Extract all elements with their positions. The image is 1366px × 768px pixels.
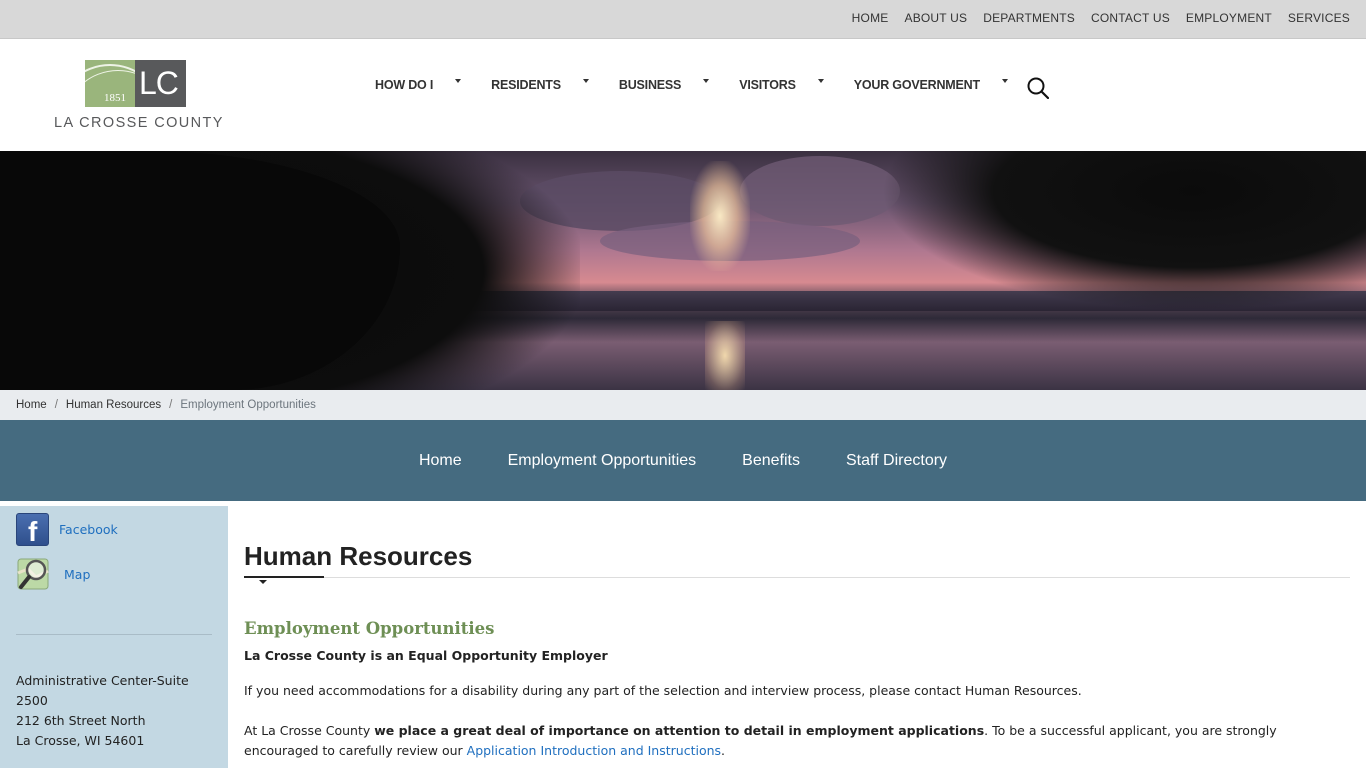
attention-paragraph: At La Crosse County we place a great dea…	[244, 721, 1344, 761]
county-logo[interactable]: 1851 LC LA CROSSE COUNTY	[54, 59, 224, 134]
breadcrumb: Home / Human Resources / Employment Oppo…	[0, 390, 1366, 420]
utility-link-home[interactable]: HOME	[844, 11, 897, 25]
department-sub-nav: Home Employment Opportunities Benefits S…	[0, 420, 1366, 501]
section-title: Employment Opportunities	[244, 619, 495, 638]
map-link[interactable]: Map	[64, 567, 90, 582]
title-caret-icon	[259, 580, 267, 584]
caret-down-icon	[703, 79, 710, 83]
attention-end: .	[721, 743, 726, 758]
breadcrumb-home[interactable]: Home	[16, 399, 47, 411]
hero-banner-image	[0, 151, 1366, 390]
breadcrumb-separator: /	[54, 399, 58, 411]
breadcrumb-separator: /	[169, 399, 173, 411]
search-icon[interactable]	[1027, 77, 1049, 99]
logo-county-name: LA CROSSE COUNTY	[54, 115, 224, 131]
sidebar: f Facebook Map Administrative Center-Sui…	[0, 506, 228, 768]
logo-initials: LC	[139, 65, 179, 101]
logo-mark: 1851 LC	[85, 60, 186, 107]
title-divider	[244, 577, 1350, 578]
address-line: Administrative Center-Suite	[16, 673, 189, 688]
nav-label: BUSINESS	[618, 78, 682, 92]
breadcrumb-human-resources[interactable]: Human Resources	[66, 399, 161, 411]
utility-link-services[interactable]: SERVICES	[1280, 11, 1358, 25]
map-magnifier-icon	[17, 558, 49, 590]
nav-label: VISITORS	[739, 78, 796, 92]
facebook-icon: f	[16, 513, 49, 547]
address-line: 212 6th Street North	[16, 713, 146, 728]
logo-green-panel: 1851	[85, 60, 135, 107]
utility-link-contact-us[interactable]: CONTACT US	[1083, 11, 1178, 25]
title-accent-bar	[244, 576, 324, 578]
utility-link-employment[interactable]: EMPLOYMENT	[1178, 11, 1280, 25]
subnav-home[interactable]: Home	[419, 452, 462, 470]
logo-year: 1851	[104, 92, 126, 104]
logo-dark-panel: LC	[135, 60, 186, 107]
subnav-staff-directory[interactable]: Staff Directory	[846, 452, 947, 470]
nav-item-visitors[interactable]: VISITORS	[739, 78, 854, 92]
facebook-link[interactable]: Facebook	[59, 522, 118, 537]
caret-down-icon	[582, 79, 589, 83]
sidebar-divider	[16, 634, 212, 635]
utility-bar: HOME ABOUT US DEPARTMENTS CONTACT US EMP…	[0, 0, 1366, 39]
application-instructions-link[interactable]: Application Introduction and Instruction…	[467, 743, 721, 758]
nav-label: RESIDENTS	[491, 78, 561, 92]
sidebar-map[interactable]: Map	[16, 555, 90, 593]
nav-item-how-do-i[interactable]: HOW DO I	[375, 78, 491, 92]
sidebar-facebook[interactable]: f Facebook	[16, 513, 118, 547]
subnav-employment-opportunities[interactable]: Employment Opportunities	[508, 452, 697, 470]
nav-label: HOW DO I	[375, 78, 434, 92]
utility-link-departments[interactable]: DEPARTMENTS	[975, 11, 1083, 25]
caret-down-icon	[455, 79, 462, 83]
breadcrumb-current: Employment Opportunities	[180, 399, 316, 411]
nav-item-business[interactable]: BUSINESS	[619, 78, 739, 92]
main-nav: HOW DO I RESIDENTS BUSINESS VISITORS YOU…	[375, 78, 1038, 92]
office-address: Administrative Center-Suite 2500 212 6th…	[16, 671, 216, 751]
caret-down-icon	[817, 79, 824, 83]
site-header: 1851 LC LA CROSSE COUNTY HOW DO I RESIDE…	[0, 40, 1366, 151]
nav-label: YOUR GOVERNMENT	[853, 78, 980, 92]
address-line: La Crosse, WI 54601	[16, 733, 145, 748]
attention-prefix: At La Crosse County	[244, 723, 375, 738]
caret-down-icon	[1001, 79, 1008, 83]
accommodations-text: If you need accommodations for a disabil…	[244, 683, 1082, 698]
nav-item-residents[interactable]: RESIDENTS	[491, 78, 619, 92]
utility-nav: HOME ABOUT US DEPARTMENTS CONTACT US EMP…	[844, 11, 1358, 25]
attention-emphasis: we place a great deal of importance on a…	[374, 723, 985, 738]
page-title: Human Resources	[244, 541, 473, 571]
utility-link-about-us[interactable]: ABOUT US	[896, 11, 975, 25]
address-line: 2500	[16, 693, 48, 708]
subnav-benefits[interactable]: Benefits	[742, 452, 800, 470]
nav-item-your-government[interactable]: YOUR GOVERNMENT	[854, 78, 1038, 92]
eoe-statement: La Crosse County is an Equal Opportunity…	[244, 648, 608, 663]
